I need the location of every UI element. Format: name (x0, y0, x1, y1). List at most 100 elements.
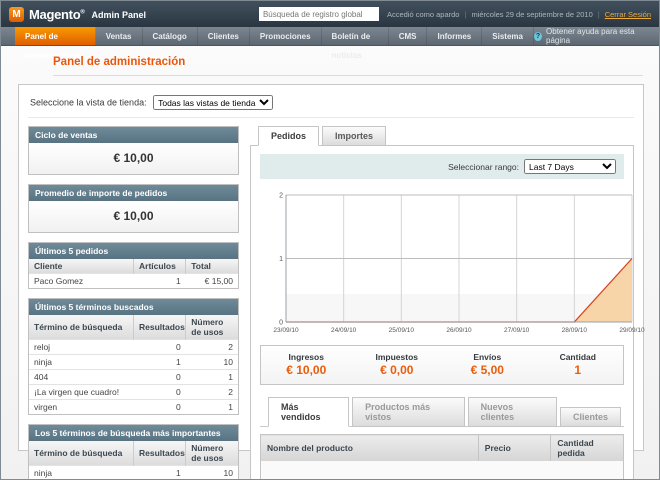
global-search-input[interactable] (259, 7, 379, 21)
table-row[interactable]: ninja110 (29, 466, 238, 480)
lifetime-sales-title: Ciclo de ventas (29, 127, 238, 143)
help-link[interactable]: ? Obtener ayuda para esta página (534, 27, 649, 45)
nav-item[interactable]: Clientes (198, 27, 250, 45)
nav-item[interactable]: Informes (427, 27, 482, 45)
dashboard-main: PedidosImportes Seleccionar rango: Last … (250, 126, 634, 480)
table-row[interactable]: ¡La virgen que cuadro!02 (29, 385, 238, 400)
nav-item[interactable]: Catálogo (143, 27, 198, 45)
svg-text:2: 2 (279, 193, 283, 200)
tab-pedidos[interactable]: Pedidos (258, 126, 319, 146)
total-label: Cantidad (533, 352, 624, 362)
orders-chart: 0 1 2 23/09/10 24/09/10 25/09/10 26/09/10 27/09… (266, 189, 638, 339)
cell: virgen (29, 400, 134, 415)
diagram-panel: Seleccionar rango: Last 7 Days 0 1 2 23/09/… (250, 145, 634, 480)
svg-text:1: 1 (279, 256, 283, 263)
cell: 1 (134, 466, 186, 480)
cell: 0 (134, 340, 186, 355)
dashboard-content: Seleccione la vista de tienda: Todas las… (18, 84, 644, 451)
svg-text:25/09/10: 25/09/10 (389, 327, 415, 334)
store-switcher: Seleccione la vista de tienda: Todas las… (28, 93, 634, 118)
tab-importes[interactable]: Importes (322, 126, 386, 146)
svg-text:23/09/10: 23/09/10 (273, 327, 299, 334)
cell: 10 (186, 466, 238, 480)
cell: 0 (134, 385, 186, 400)
cell: 2 (186, 385, 238, 400)
tab-m-s-vendidos[interactable]: Más vendidos (268, 397, 349, 427)
table-row[interactable]: reloj02 (29, 340, 238, 355)
main-nav: Panel de administraciónVentasCatálogoCli… (1, 27, 659, 46)
column-header: Término de búsqueda (29, 441, 134, 466)
average-orders-title: Promedio de importe de pedidos (29, 185, 238, 201)
column-header: Cantidad pedida (551, 435, 624, 462)
report-tabs: Más vendidosProductos más vistosNuevos c… (260, 397, 624, 427)
column-header: Número de usos (186, 315, 238, 340)
help-label: Obtener ayuda para esta página (546, 27, 649, 45)
logout-link[interactable]: Cerrar Sesión (605, 10, 651, 19)
range-select[interactable]: Last 7 Days (524, 159, 616, 174)
total-value: 1 (533, 363, 624, 377)
total-label: Impuestos (352, 352, 443, 362)
table-row[interactable]: virgen01 (29, 400, 238, 415)
column-header: Precio (478, 435, 551, 462)
range-label: Seleccionar rango: (448, 162, 519, 172)
magento-logo-icon: M (9, 7, 24, 22)
range-bar: Seleccionar rango: Last 7 Days (260, 154, 624, 179)
dashboard-page: Panel de administración Seleccione la vi… (1, 46, 659, 480)
column-header: Total (186, 259, 238, 274)
last-search-box: Últimos 5 términos buscados Término de b… (28, 298, 239, 415)
total-value: € 10,00 (261, 363, 352, 377)
last-search-title: Últimos 5 términos buscados (29, 299, 238, 315)
lifetime-sales-value: € 10,00 (29, 143, 238, 174)
tab-nuevos-clientes: Nuevos clientes (468, 397, 557, 427)
column-header: Resultados (134, 315, 186, 340)
cell: 1 (186, 370, 238, 385)
side-table: Término de búsquedaResultadosNúmero de u… (29, 441, 238, 480)
total-value: € 0,00 (352, 363, 443, 377)
store-view-select[interactable]: Todas las vistas de tienda (153, 95, 273, 110)
svg-text:26/09/10: 26/09/10 (446, 327, 472, 334)
column-header: Término de búsqueda (29, 315, 134, 340)
magento-logo[interactable]: M Magento® Admin Panel (9, 7, 146, 22)
logged-in-as: Accedió como apardo (387, 10, 460, 19)
nav-item[interactable]: CMS (389, 27, 428, 45)
cell: 404 (29, 370, 134, 385)
table-row[interactable]: 40401 (29, 370, 238, 385)
last-orders-box: Últimos 5 pedidos ClienteArtículosTotalP… (28, 242, 239, 289)
nav-item[interactable]: Ventas (96, 27, 143, 45)
table-row[interactable]: ninja110 (29, 355, 238, 370)
nav-item[interactable]: Promociones (250, 27, 322, 45)
svg-text:27/09/10: 27/09/10 (504, 327, 530, 334)
products-grid: Nombre del productoPrecioCantidad pedida… (260, 434, 624, 480)
svg-text:28/09/10: 28/09/10 (562, 327, 588, 334)
cell: ninja (29, 466, 134, 480)
cell: 0 (134, 370, 186, 385)
svg-text:0: 0 (279, 320, 283, 327)
store-switcher-label: Seleccione la vista de tienda: (30, 98, 147, 108)
logo-title: Magento® (29, 7, 84, 22)
cell: 10 (186, 355, 238, 370)
total-value: € 5,00 (442, 363, 533, 377)
cell: 0 (134, 400, 186, 415)
table-row[interactable]: Paco Gomez1€ 15,00 (29, 274, 238, 289)
logo-subtitle: Admin Panel (91, 10, 146, 20)
total-cantidad: Cantidad1 (533, 352, 624, 377)
nav-item[interactable]: Boletín de noticias (322, 27, 389, 45)
column-header: Cliente (29, 259, 134, 274)
last-orders-title: Últimos 5 pedidos (29, 243, 238, 259)
cell: € 15,00 (186, 274, 238, 289)
nav-item[interactable]: Panel de administración (15, 27, 96, 45)
cell: 1 (134, 274, 186, 289)
separator: | (598, 10, 600, 19)
tab-clientes: Clientes (560, 407, 621, 427)
nav-item[interactable]: Sistema (482, 27, 534, 45)
magento-admin-window: M Magento® Admin Panel Accedió como apar… (0, 0, 660, 480)
column-header: Artículos (134, 259, 186, 274)
dashboard-sidebar: Ciclo de ventas € 10,00 Promedio de impo… (28, 126, 239, 480)
column-header: Nombre del producto (261, 435, 479, 462)
column-header: Resultados (134, 441, 186, 466)
help-icon: ? (534, 32, 542, 41)
svg-text:24/09/10: 24/09/10 (331, 327, 357, 334)
user-info: Accedió como apardo | miércoles 29 de se… (387, 10, 651, 19)
totals-row: Ingresos€ 10,00Impuestos€ 0,00Envíos€ 5,… (260, 345, 624, 385)
separator: | (464, 10, 466, 19)
